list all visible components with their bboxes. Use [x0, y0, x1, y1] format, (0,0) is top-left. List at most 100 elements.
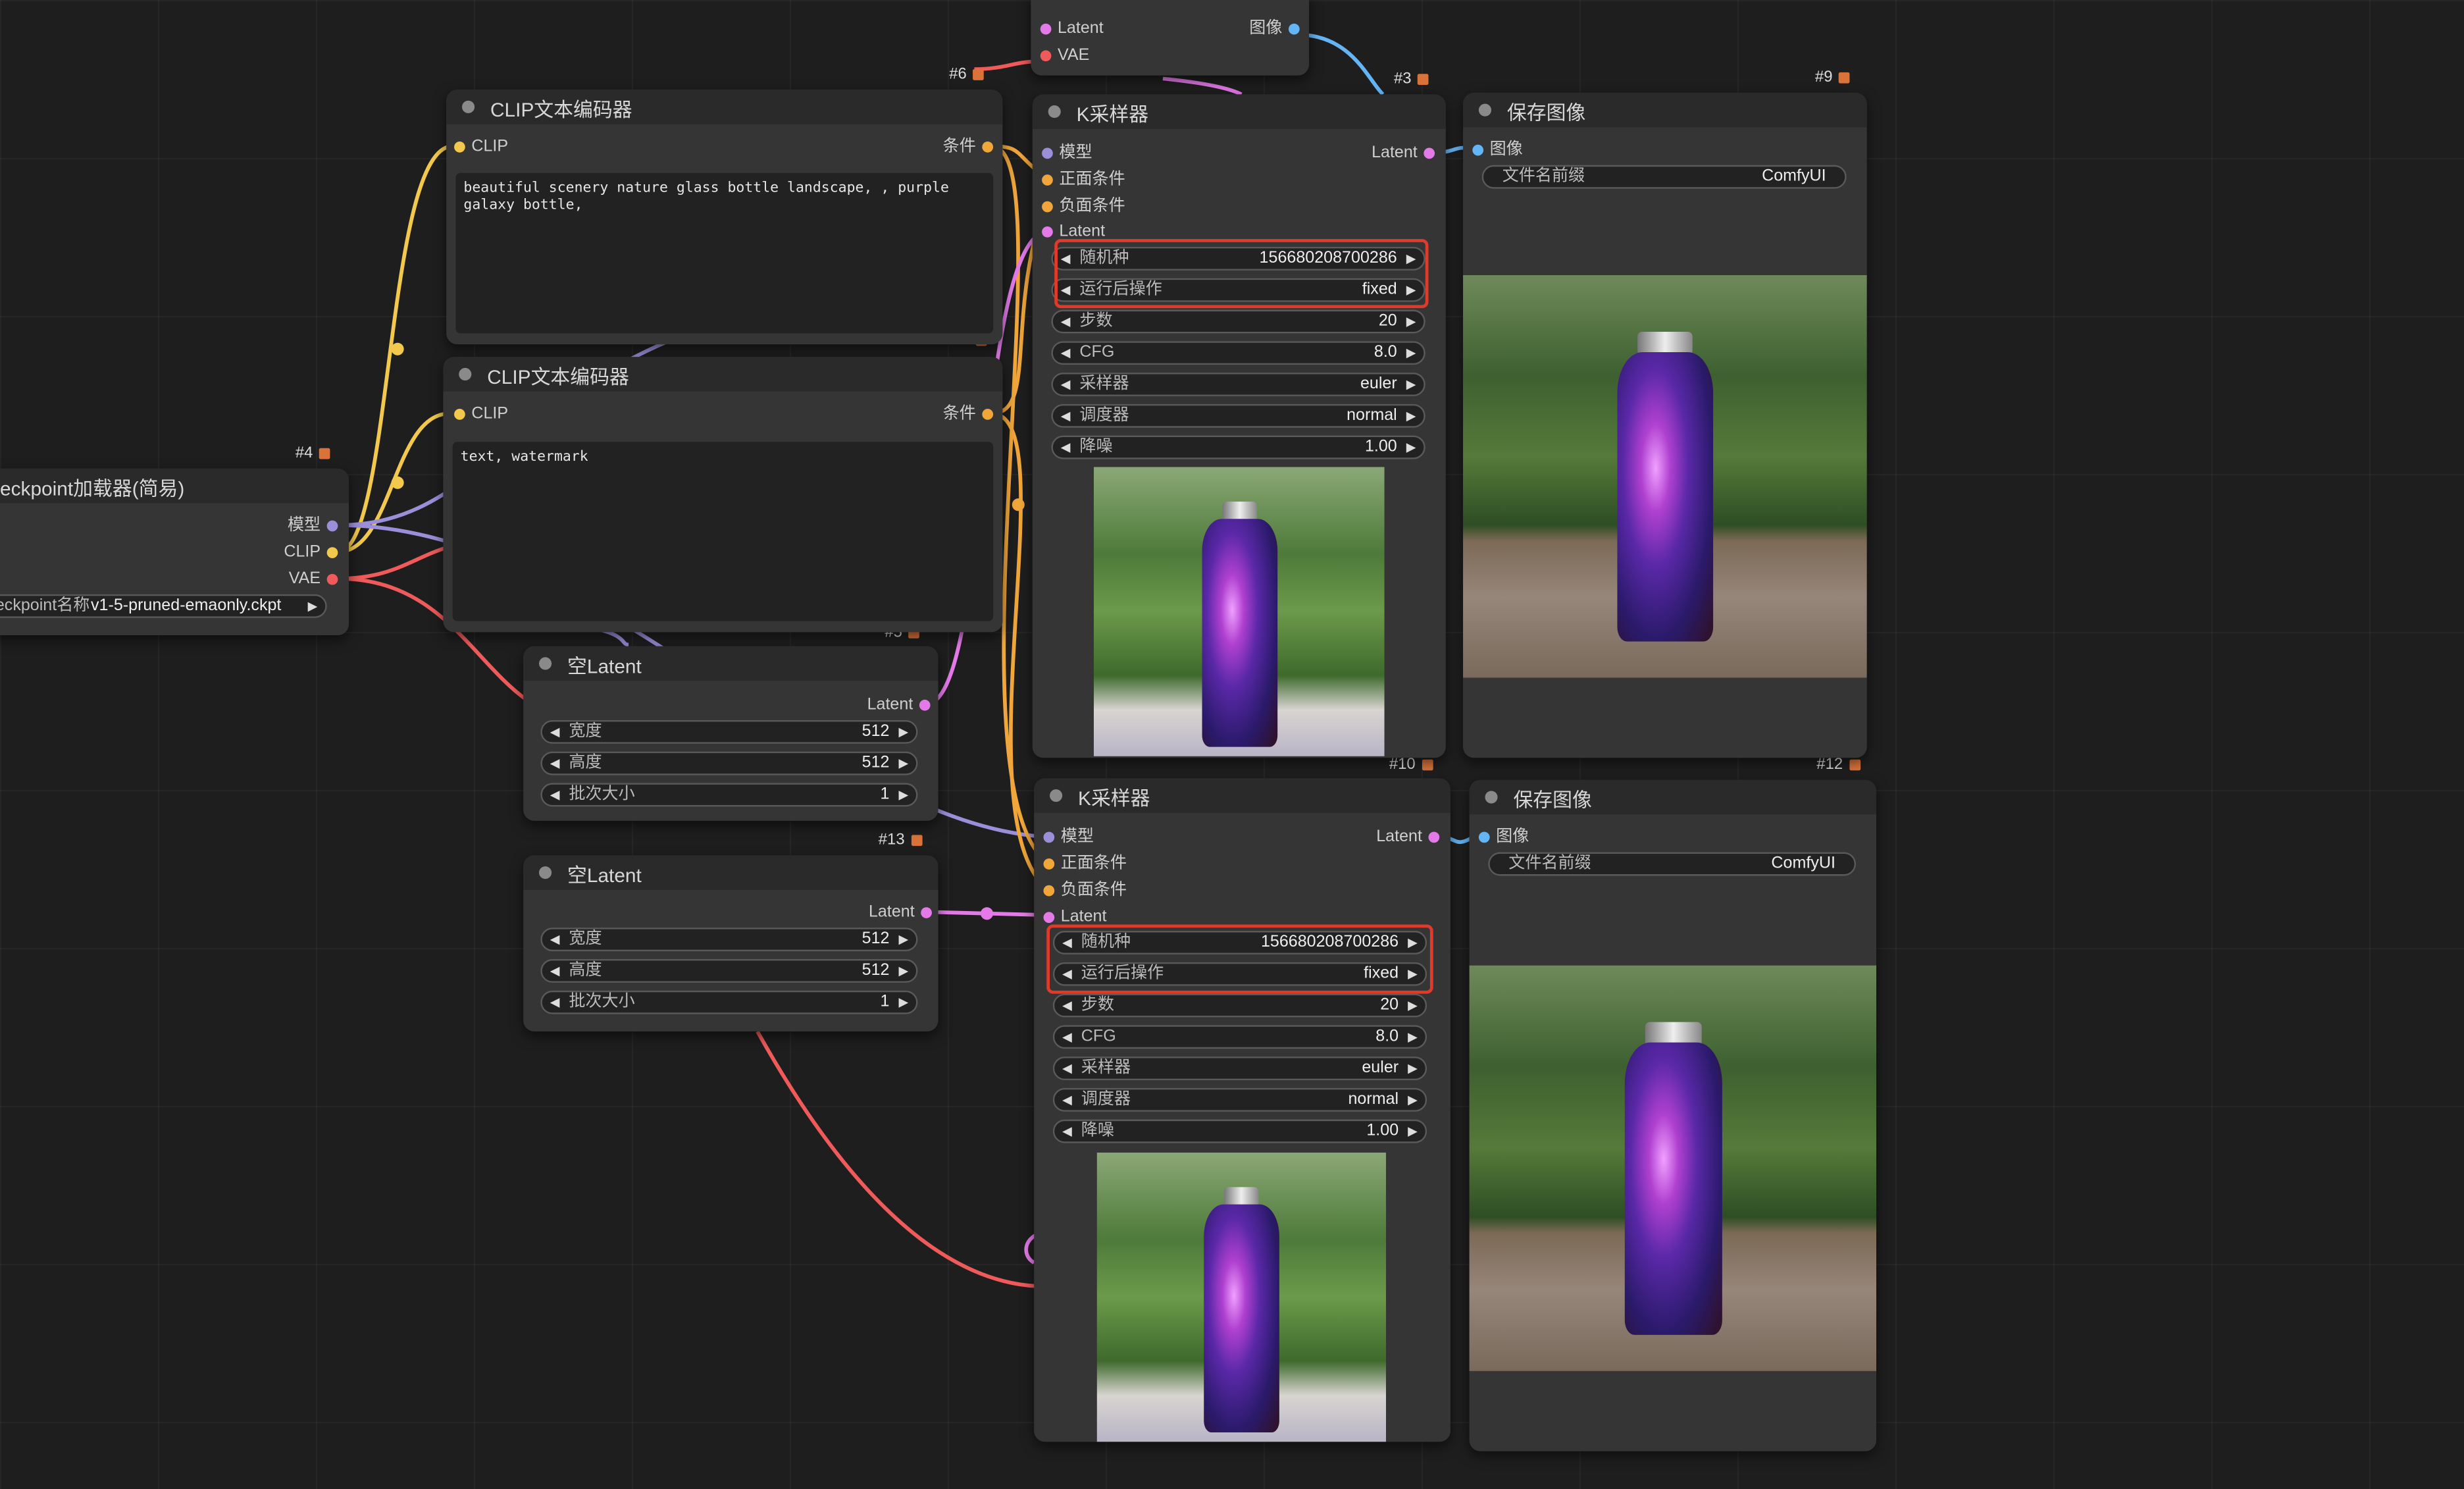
pin-dot[interactable] — [1042, 173, 1053, 185]
denoise-widget[interactable]: ◀ 降噪 1.00 ▶ — [1051, 435, 1425, 459]
arrow-right-icon[interactable]: ▶ — [1408, 1027, 1418, 1047]
node-header[interactable]: 保存图像 — [1463, 92, 1867, 128]
pin-dot[interactable] — [982, 140, 994, 152]
pin-dot[interactable] — [1428, 831, 1440, 843]
batch-size-widget[interactable]: ◀ 批次大小 1 ▶ — [540, 990, 918, 1014]
arrow-left-icon[interactable]: ◀ — [1061, 343, 1071, 363]
pin-dot[interactable] — [1288, 22, 1300, 34]
output-model[interactable]: 模型 — [288, 514, 338, 536]
clip-text-encode-negative-node[interactable]: CLIP文本编码器 CLIP 条件 text, watermark — [443, 357, 1003, 633]
node-header[interactable]: K采样器 — [1034, 778, 1450, 813]
arrow-right-icon[interactable]: ▶ — [1408, 1121, 1418, 1141]
empty-latent-node-1[interactable]: 空Latent Latent ◀ 宽度 512 ▶ ◀ 高度 512 ▶ ◀ 批次大小 1 ▶ — [523, 646, 938, 821]
pin-dot[interactable] — [1043, 857, 1055, 869]
pin-dot[interactable] — [1040, 22, 1052, 34]
filename-prefix-widget[interactable]: 文件名前缀 ComfyUI — [1488, 852, 1856, 876]
arrow-right-icon[interactable]: ▶ — [1408, 995, 1418, 1016]
arrow-right-icon[interactable]: ▶ — [1408, 1089, 1418, 1110]
width-widget[interactable]: ◀ 宽度 512 ▶ — [540, 927, 918, 952]
sampler-widget[interactable]: ◀ 采样器 euler ▶ — [1052, 1057, 1427, 1080]
pin-dot[interactable] — [1043, 831, 1055, 843]
pin-dot[interactable] — [1424, 147, 1435, 159]
arrow-right-icon[interactable]: ▶ — [898, 992, 908, 1012]
arrow-right-icon[interactable]: ▶ — [898, 785, 908, 805]
arrow-right-icon[interactable]: ▶ — [898, 960, 908, 981]
output-latent[interactable]: Latent — [867, 693, 931, 715]
arrow-right-icon[interactable]: ▶ — [898, 721, 908, 742]
steps-widget[interactable]: ◀ 步数 20 ▶ — [1051, 309, 1425, 334]
input-clip[interactable]: CLIP — [454, 402, 508, 424]
ksampler-node-2[interactable]: K采样器 模型 正面条件 负面条件 Latent Latent ◀ 随机种 1566… — [1034, 778, 1450, 1442]
arrow-left-icon[interactable]: ◀ — [550, 785, 560, 805]
collapse-dot-icon[interactable] — [1050, 789, 1063, 802]
arrow-left-icon[interactable]: ◀ — [550, 721, 560, 742]
vae-decode-node[interactable]: Latent VAE 图像 — [1031, 0, 1310, 76]
arrow-left-icon[interactable]: ◀ — [550, 929, 560, 950]
arrow-right-icon[interactable]: ▶ — [898, 929, 908, 950]
cfg-widget[interactable]: ◀ CFG 8.0 ▶ — [1052, 1025, 1427, 1049]
ksampler-node-1[interactable]: K采样器 模型 正面条件 负面条件 Latent Latent ◀ 随机种 1566… — [1032, 94, 1446, 758]
collapse-dot-icon[interactable] — [539, 657, 552, 670]
input-model[interactable]: 模型 — [1043, 825, 1094, 847]
output-latent[interactable]: Latent — [869, 901, 932, 923]
empty-latent-node-2[interactable]: 空Latent Latent ◀ 宽度 512 ▶ ◀ 高度 512 ▶ ◀ 批次大小 1 ▶ — [523, 855, 938, 1032]
pin-dot[interactable] — [982, 407, 994, 419]
output-conditioning[interactable]: 条件 — [943, 402, 994, 424]
filename-prefix-widget[interactable]: 文件名前缀 ComfyUI — [1481, 165, 1847, 189]
pin-dot[interactable] — [1042, 200, 1053, 212]
pin-dot[interactable] — [1043, 911, 1055, 922]
arrow-right-icon[interactable]: ▶ — [1406, 343, 1416, 363]
pin-dot[interactable] — [921, 906, 932, 918]
arrow-left-icon[interactable]: ◀ — [1061, 374, 1071, 394]
node-header[interactable]: 空Latent — [523, 646, 938, 681]
collapse-dot-icon[interactable] — [1485, 791, 1498, 804]
output-image-preview[interactable] — [1469, 965, 1877, 1371]
save-image-node-1[interactable]: 保存图像 图像 文件名前缀 ComfyUI — [1463, 92, 1867, 758]
node-header[interactable]: CLIP文本编码器 — [446, 90, 1003, 124]
arrow-left-icon[interactable]: ◀ — [1062, 1027, 1072, 1047]
node-header[interactable]: 保存图像 — [1469, 779, 1877, 815]
scheduler-widget[interactable]: ◀ 调度器 normal ▶ — [1052, 1087, 1427, 1112]
arrow-right-icon[interactable]: ▶ — [898, 753, 908, 773]
output-latent[interactable]: Latent — [1372, 142, 1435, 163]
collapse-dot-icon[interactable] — [459, 367, 472, 381]
arrow-right-icon[interactable]: ▶ — [1406, 374, 1416, 394]
node-header[interactable]: CLIP文本编码器 — [443, 357, 1003, 392]
arrow-right-icon[interactable]: ▶ — [1406, 311, 1416, 332]
batch-size-widget[interactable]: ◀ 批次大小 1 ▶ — [540, 783, 918, 807]
output-clip[interactable]: CLIP — [284, 541, 338, 563]
input-latent[interactable]: Latent — [1040, 17, 1104, 39]
collapse-dot-icon[interactable] — [1478, 103, 1492, 117]
prompt-textarea[interactable]: text, watermark — [452, 442, 994, 621]
steps-widget[interactable]: ◀ 步数 20 ▶ — [1052, 993, 1427, 1018]
collapse-dot-icon[interactable] — [539, 866, 552, 879]
collapse-dot-icon[interactable] — [1048, 105, 1061, 118]
arrow-left-icon[interactable]: ◀ — [1062, 995, 1072, 1016]
save-image-node-2[interactable]: 保存图像 图像 文件名前缀 ComfyUI — [1469, 779, 1877, 1451]
output-latent[interactable]: Latent — [1376, 825, 1440, 847]
cfg-widget[interactable]: ◀ CFG 8.0 ▶ — [1051, 341, 1425, 365]
output-vae[interactable]: VAE — [289, 567, 338, 589]
pin-dot[interactable] — [1040, 49, 1052, 61]
arrow-left-icon[interactable]: ◀ — [1062, 1121, 1072, 1141]
height-widget[interactable]: ◀ 高度 512 ▶ — [540, 751, 918, 775]
output-image[interactable]: 图像 — [1249, 17, 1300, 39]
arrow-right-icon[interactable]: ▶ — [1408, 1058, 1418, 1079]
pin-dot[interactable] — [1042, 225, 1053, 237]
pin-dot[interactable] — [454, 140, 465, 152]
width-widget[interactable]: ◀ 宽度 512 ▶ — [540, 719, 918, 744]
node-header[interactable]: 空Latent — [523, 855, 938, 890]
scheduler-widget[interactable]: ◀ 调度器 normal ▶ — [1051, 404, 1425, 428]
pin-dot[interactable] — [919, 698, 931, 710]
height-widget[interactable]: ◀ 高度 512 ▶ — [540, 959, 918, 983]
arrow-right-icon[interactable]: ▶ — [308, 596, 318, 616]
input-clip[interactable]: CLIP — [454, 135, 508, 157]
output-conditioning[interactable]: 条件 — [943, 135, 994, 157]
input-negative[interactable]: 负面条件 — [1042, 195, 1125, 217]
arrow-right-icon[interactable]: ▶ — [1406, 437, 1416, 457]
pin-dot[interactable] — [1042, 147, 1053, 159]
checkpoint-loader-node[interactable]: eckpoint加载器(简易) 模型 CLIP VAE eckpoint名称 v… — [0, 468, 349, 635]
arrow-left-icon[interactable]: ◀ — [1061, 311, 1071, 332]
input-model[interactable]: 模型 — [1042, 142, 1092, 163]
collapse-dot-icon[interactable] — [462, 100, 475, 113]
